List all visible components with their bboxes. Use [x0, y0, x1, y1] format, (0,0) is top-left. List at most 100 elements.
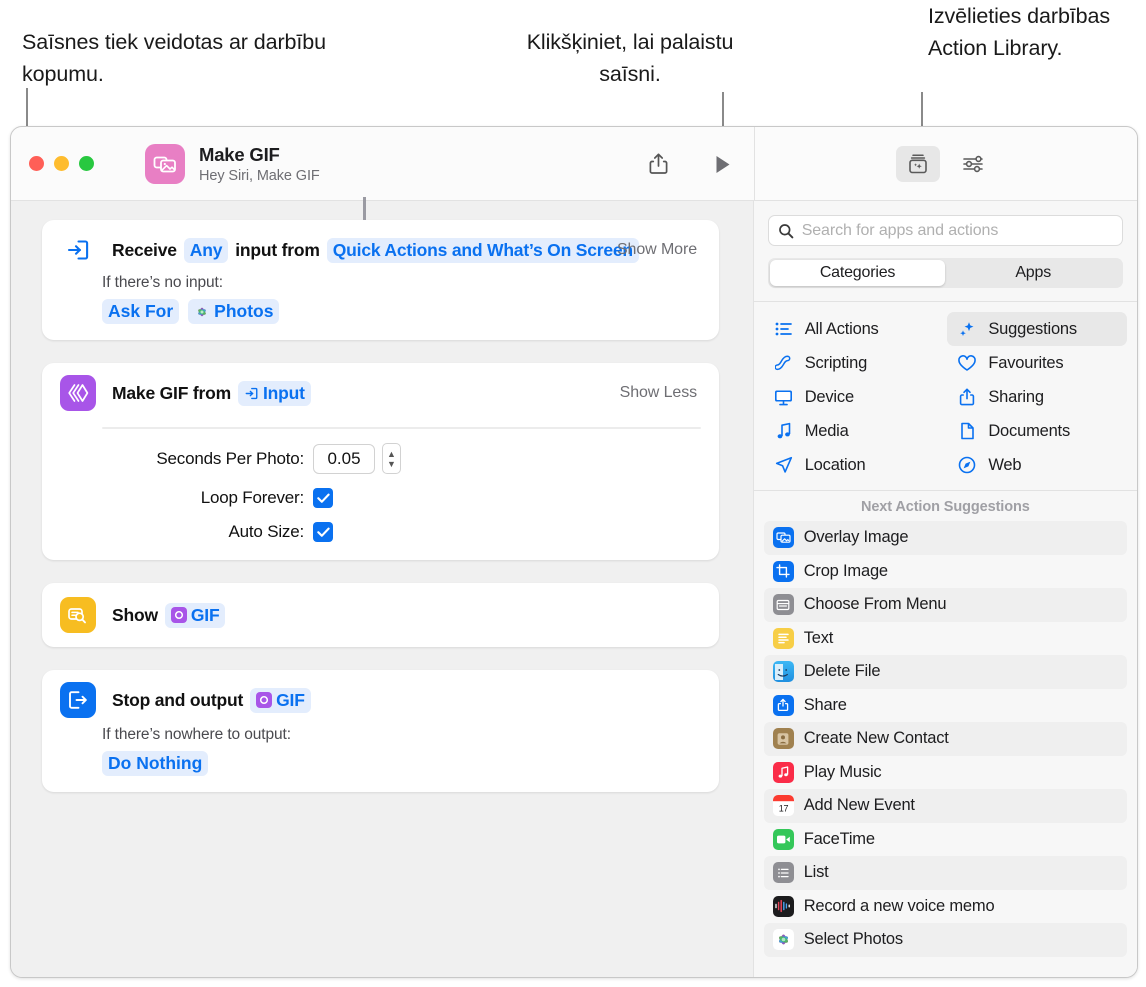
category-label: Web [988, 455, 1022, 474]
shortcut-editor-canvas: Receive Any input from Quick Actions and… [11, 197, 753, 977]
photos-token[interactable]: Photos [188, 299, 280, 324]
stop-nowhere-label: If there’s nowhere to output: [102, 726, 291, 743]
stop-gif-token[interactable]: GIF [250, 687, 311, 713]
category-label: Location [804, 455, 866, 474]
action-card-stop-and-output[interactable]: Stop and output GIF If there’s nowhere t… [42, 670, 719, 792]
category-documents[interactable]: Documents [947, 414, 1127, 448]
search-wrapper: Search for apps and actions [754, 201, 1137, 246]
text-icon [772, 627, 794, 649]
display-icon [774, 389, 794, 406]
category-label: Media [804, 421, 849, 440]
receive-source-token[interactable]: Quick Actions and What’s On Screen [326, 237, 639, 263]
action-header: Make GIF from Input Show Less [42, 363, 719, 421]
do-nothing-token[interactable]: Do Nothing [102, 751, 209, 776]
scripting-icon [774, 354, 794, 372]
minimize-window-button[interactable] [54, 156, 69, 171]
loop-forever-checkbox[interactable] [313, 488, 333, 508]
category-media[interactable]: Media [764, 414, 944, 448]
action-header: Show GIF [42, 583, 719, 647]
makegif-input-token[interactable]: Input [237, 380, 311, 406]
suggestion-choose-from-menu[interactable]: Choose From Menu [763, 588, 1127, 622]
suggestion-add-new-event[interactable]: 17 Add New Event [763, 789, 1127, 823]
photos-token-label: Photos [214, 301, 274, 321]
next-action-suggestions-header: Next Action Suggestions [860, 499, 1030, 515]
auto-size-checkbox[interactable] [313, 522, 333, 542]
category-web[interactable]: Web [947, 448, 1127, 482]
run-shortcut-button[interactable] [705, 146, 741, 182]
action-library-sidebar: Search for apps and actions Categories A… [752, 201, 1137, 977]
category-scripting[interactable]: Scripting [764, 346, 944, 380]
seconds-per-photo-stepper[interactable]: ▲ ▼ [382, 443, 401, 474]
ask-for-token[interactable]: Ask For [102, 299, 180, 324]
stepper-down-icon[interactable]: ▼ [387, 459, 396, 469]
share-button[interactable] [640, 146, 676, 182]
search-input[interactable]: Search for apps and actions [767, 215, 1123, 246]
suggestion-select-photos[interactable]: Select Photos [763, 923, 1127, 957]
category-location[interactable]: Location [764, 448, 944, 482]
action-card-show[interactable]: Show GIF [42, 583, 719, 647]
tab-categories[interactable]: Categories [769, 260, 946, 286]
action-card-receive[interactable]: Receive Any input from Quick Actions and… [42, 220, 719, 340]
finder-icon [772, 661, 794, 683]
share-icon [957, 388, 977, 406]
stepper-up-icon[interactable]: ▲ [387, 449, 396, 459]
category-grid: All Actions Suggestions Scripting Favour… [754, 302, 1137, 490]
voice-memos-icon [772, 895, 794, 917]
receive-input-icon [60, 232, 96, 268]
param-row-auto-size: Auto Size: [42, 522, 719, 542]
suggestion-delete-file[interactable]: Delete File [763, 655, 1127, 689]
show-less-toggle-makegif[interactable]: Show Less [620, 384, 697, 402]
receive-input-type-token[interactable]: Any [183, 237, 229, 263]
shortcut-details-button[interactable] [956, 146, 992, 182]
show-gif-token[interactable]: GIF [164, 602, 226, 628]
category-all-actions[interactable]: All Actions [764, 312, 944, 346]
suggestion-label: Crop Image [803, 561, 888, 580]
choose-menu-icon [772, 594, 794, 616]
suggestion-overlay-image[interactable]: Overlay Image [763, 521, 1127, 555]
category-label: Sharing [988, 387, 1044, 406]
heart-icon [957, 354, 977, 372]
calendar-icon: 17 [772, 795, 794, 817]
category-sharing[interactable]: Sharing [947, 380, 1127, 414]
action-library-button[interactable] [896, 146, 940, 182]
suggestion-record-voice-memo[interactable]: Record a new voice memo [764, 890, 1127, 924]
suggestion-label: Delete File [803, 662, 881, 681]
callout-text-right: Izvēlieties darbības Action Library. [928, 4, 1111, 60]
param-row-seconds-per-photo: Seconds Per Photo: 0.05 ▲ ▼ [42, 443, 719, 474]
tab-apps[interactable]: Apps [945, 260, 1121, 286]
suggestion-label: Overlay Image [803, 528, 909, 547]
category-suggestions[interactable]: Suggestions [947, 312, 1127, 346]
library-segmented-control[interactable]: Categories Apps [767, 258, 1123, 288]
show-more-toggle-receive[interactable]: Show More [617, 241, 697, 259]
paper-plane-icon [774, 456, 794, 474]
card-connector [363, 197, 366, 220]
safari-icon [957, 456, 977, 474]
stop-fallback-tokens: Do Nothing [42, 744, 719, 792]
seconds-per-photo-input[interactable]: 0.05 [313, 443, 375, 474]
suggestion-play-music[interactable]: Play Music [764, 756, 1127, 790]
category-favourites[interactable]: Favourites [947, 346, 1127, 380]
input-arrow-icon [244, 386, 259, 401]
stop-gif-label: GIF [276, 689, 305, 710]
contacts-icon [772, 728, 794, 750]
suggestion-list[interactable]: List [763, 856, 1127, 890]
action-card-make-gif[interactable]: Make GIF from Input Show Less Seconds Pe… [42, 363, 719, 560]
sparkles-icon [957, 320, 977, 338]
category-device[interactable]: Device [764, 380, 944, 414]
suggestion-share[interactable]: Share [764, 689, 1127, 723]
suggestion-create-new-contact[interactable]: Create New Contact [763, 722, 1127, 756]
facetime-icon [772, 828, 794, 850]
maximize-window-button[interactable] [79, 156, 94, 171]
suggestion-text[interactable]: Text [764, 622, 1127, 656]
makegif-input-label: Input [262, 382, 305, 403]
close-window-button[interactable] [29, 156, 44, 171]
suggestion-label: Share [803, 695, 847, 714]
callout-text-middle: Klikšķiniet, lai palaistu saīsni. [526, 30, 734, 86]
suggestion-facetime[interactable]: FaceTime [764, 823, 1127, 857]
callout-text-left: Saīsnes tiek veidotas ar darbību kopumu. [22, 30, 326, 86]
suggestion-crop-image[interactable]: Crop Image [764, 555, 1127, 589]
page-title: Make GIF [199, 144, 280, 165]
action-title: Make GIF from Input [112, 380, 311, 406]
category-label: Device [804, 387, 854, 406]
receive-word-1: Receive [112, 239, 177, 260]
